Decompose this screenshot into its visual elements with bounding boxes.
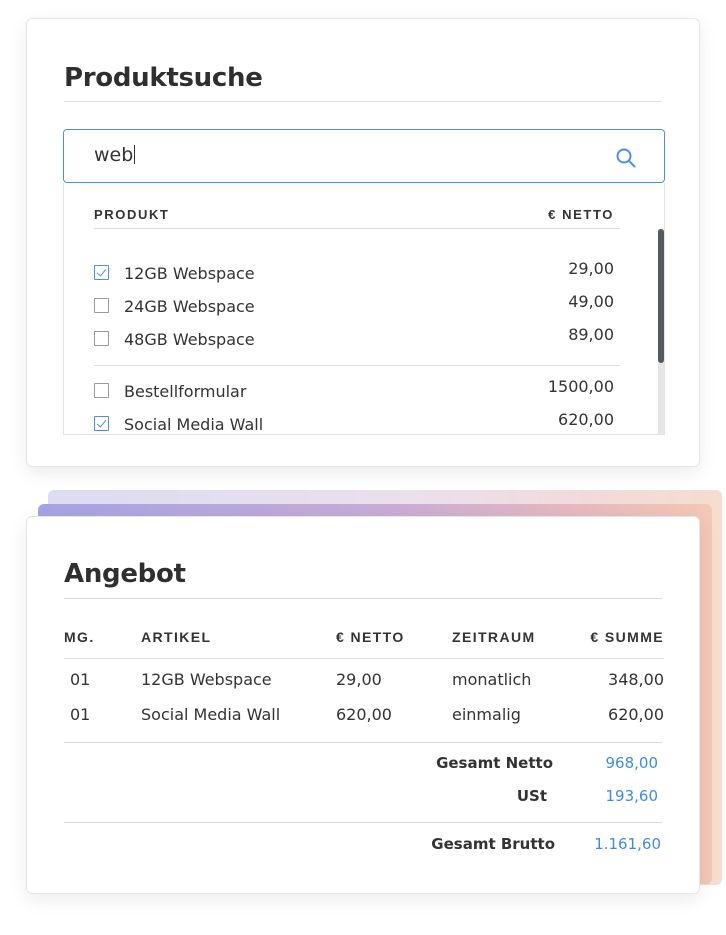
search-query-text: web <box>94 144 136 166</box>
table-row: 01 12GB Webspace 29,00 monatlich 348,00 <box>64 670 664 694</box>
row-period: monatlich <box>452 670 532 689</box>
vat-label: USt <box>516 787 547 805</box>
title-divider <box>64 101 662 102</box>
offer-card: Angebot MG. ARTIKEL € NETTO ZEITRAUM € S… <box>26 516 700 894</box>
totals-divider <box>64 742 662 743</box>
row-qty: 01 <box>70 670 91 689</box>
column-header-sum: € SUMME <box>590 629 664 645</box>
result-row[interactable]: 12GB Webspace 29,00 <box>94 259 620 287</box>
total-net-label: Gesamt Netto <box>436 754 553 772</box>
offer-table-header: MG. ARTIKEL € NETTO ZEITRAUM € SUMME <box>64 629 664 659</box>
total-gross-label: Gesamt Brutto <box>431 835 555 853</box>
product-search-card: Produktsuche web PRODUKT € NETTO 12GB We… <box>26 18 700 467</box>
column-header-period: ZEITRAUM <box>452 629 536 645</box>
result-row[interactable]: Bestellformular 1500,00 <box>94 377 620 405</box>
column-header-qty: MG. <box>64 629 95 645</box>
row-net: 29,00 <box>336 670 382 689</box>
checkbox[interactable] <box>94 331 109 346</box>
result-row[interactable]: 24GB Webspace 49,00 <box>94 292 620 320</box>
checkbox-checked[interactable] <box>94 265 109 280</box>
row-net: 620,00 <box>336 705 392 724</box>
column-header-article: ARTIKEL <box>141 629 212 645</box>
search-icon[interactable] <box>615 147 637 169</box>
row-qty: 01 <box>70 705 91 724</box>
result-name: Bestellformular <box>124 382 247 401</box>
title-divider <box>64 598 662 599</box>
table-row: 01 Social Media Wall 620,00 einmalig 620… <box>64 705 664 729</box>
result-row[interactable]: 48GB Webspace 89,00 <box>94 325 620 353</box>
vat-value: 193,60 <box>605 787 659 805</box>
checkbox[interactable] <box>94 383 109 398</box>
result-name: 24GB Webspace <box>124 297 255 316</box>
gross-divider <box>64 822 662 823</box>
column-header-price: € NETTO <box>548 207 614 222</box>
offer-title: Angebot <box>64 559 186 589</box>
row-article: Social Media Wall <box>141 705 281 724</box>
result-price: 49,00 <box>568 292 614 311</box>
result-name: 12GB Webspace <box>124 264 255 283</box>
total-net-value: 968,00 <box>605 754 659 772</box>
column-header-product: PRODUKT <box>94 207 170 222</box>
total-gross-value: 1.161,60 <box>594 835 661 853</box>
result-name: Social Media Wall <box>124 415 264 434</box>
checkbox-checked[interactable] <box>94 416 109 431</box>
result-price: 89,00 <box>568 325 614 344</box>
row-sum: 620,00 <box>608 705 664 724</box>
result-price: 620,00 <box>558 410 614 429</box>
search-results-dropdown: PRODUKT € NETTO 12GB Webspace 29,00 24GB… <box>63 183 665 435</box>
scrollbar-thumb[interactable] <box>658 229 664 363</box>
result-price: 1500,00 <box>547 377 614 396</box>
checkbox[interactable] <box>94 298 109 313</box>
result-name: 48GB Webspace <box>124 330 255 349</box>
row-period: einmalig <box>452 705 521 724</box>
group-divider <box>94 365 620 366</box>
search-input[interactable]: web <box>63 129 665 183</box>
product-search-title: Produktsuche <box>64 63 263 93</box>
results-header: PRODUKT € NETTO <box>94 207 620 229</box>
text-cursor <box>134 145 136 164</box>
row-article: 12GB Webspace <box>141 670 272 689</box>
result-price: 29,00 <box>568 259 614 278</box>
column-header-net: € NETTO <box>336 629 405 645</box>
result-row[interactable]: Social Media Wall 620,00 <box>94 410 620 434</box>
row-sum: 348,00 <box>608 670 664 689</box>
